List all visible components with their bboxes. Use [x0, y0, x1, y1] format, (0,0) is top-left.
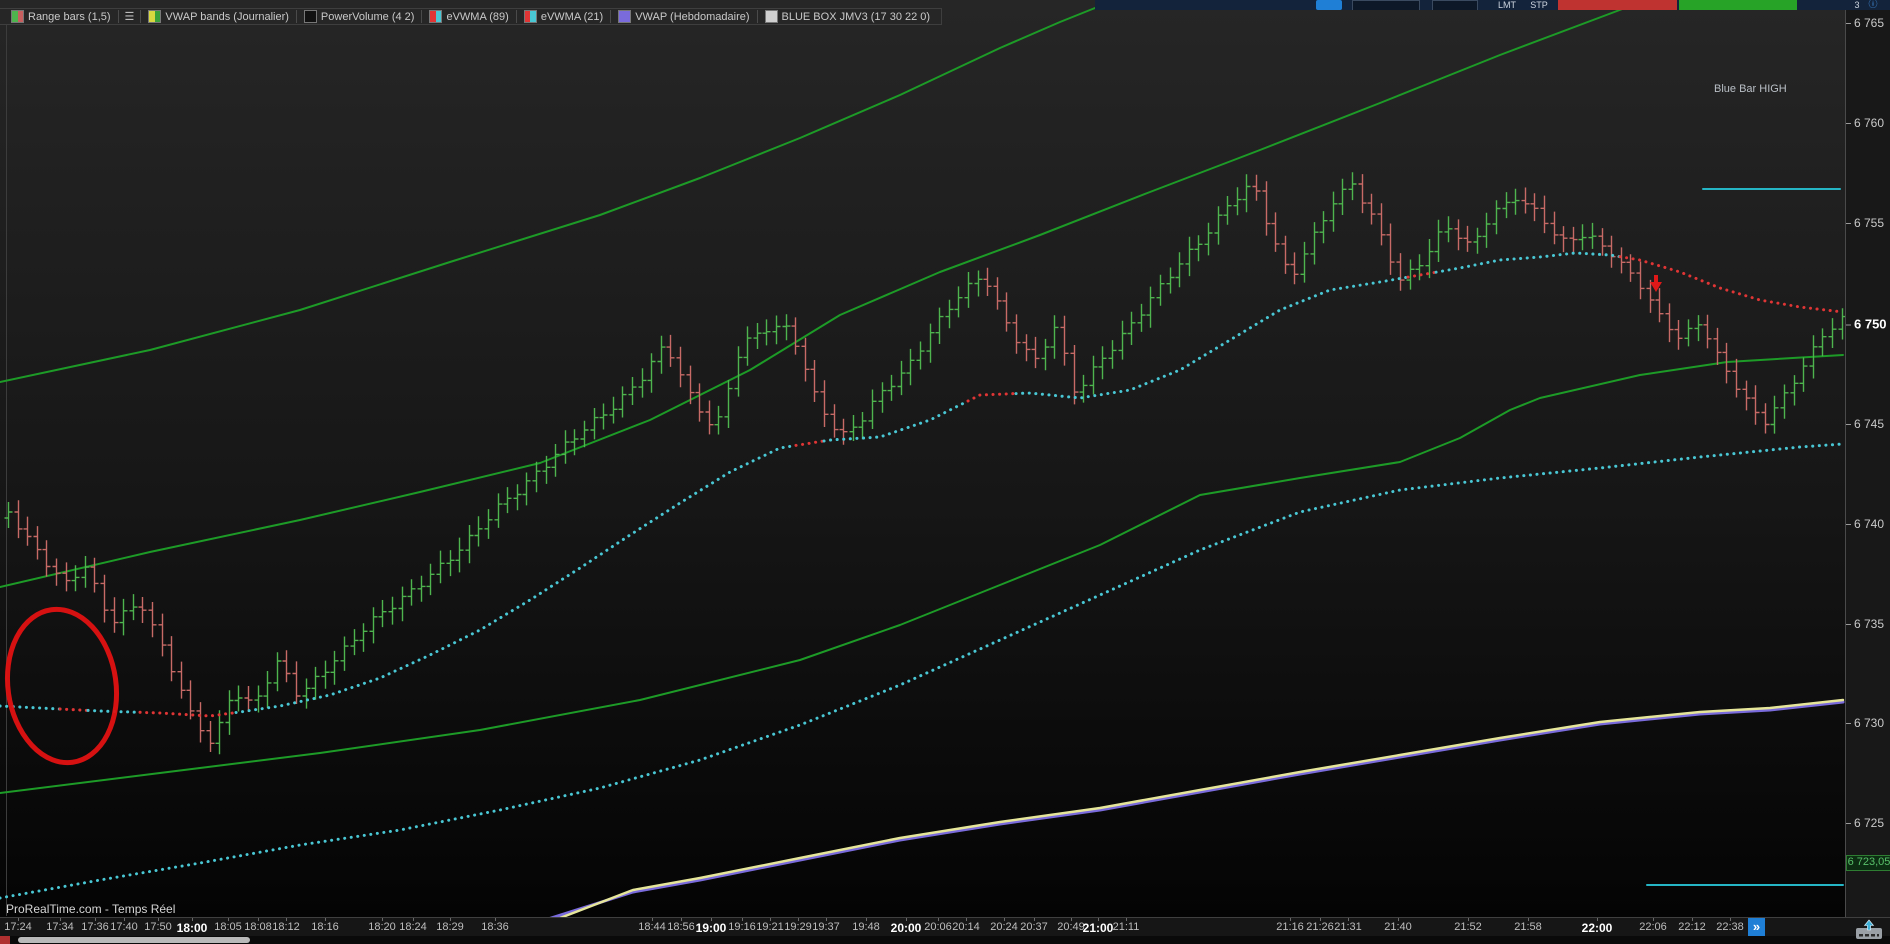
indicator-chip[interactable]: Range bars (1,5)	[4, 10, 119, 23]
time-tick-label: 21:16	[1276, 921, 1304, 933]
price-chart	[0, 0, 1845, 917]
time-tick-label: 21:11	[1112, 921, 1140, 933]
price-tick-label: 6 755	[1846, 216, 1890, 230]
price-axis[interactable]: 6 723,05 6 765 6 760 6 755 6 750 6 745 6 740 6…	[1845, 0, 1890, 936]
indicator-chip-label: eVWMA (21)	[540, 10, 604, 23]
sell-button[interactable]	[1558, 0, 1677, 10]
scrollbar-thumb[interactable]	[18, 937, 250, 943]
time-tick-label: 20:14	[952, 921, 980, 933]
indicator-chip[interactable]: eVWMA (89)	[422, 10, 517, 23]
time-tick-label: 22:00	[1581, 921, 1613, 935]
time-tick-label: 21:52	[1454, 921, 1482, 933]
time-tick-label: 22:06	[1639, 921, 1667, 933]
time-tick-label: 19:37	[812, 921, 840, 933]
indicator-chip[interactable]: VWAP bands (Journalier)	[141, 10, 297, 23]
time-tick-label: 20:24	[990, 921, 1018, 933]
indicator-chip-label: VWAP (Hebdomadaire)	[635, 10, 750, 23]
indicator-chip-label: PowerVolume (4 2)	[320, 10, 415, 23]
order-settings-button[interactable]	[1316, 0, 1342, 10]
time-tick-label: 19:00	[695, 921, 727, 935]
time-tick-label: 18:36	[481, 921, 509, 933]
time-tick-label: 21:40	[1384, 921, 1412, 933]
price-tick-label: 6 745	[1846, 417, 1890, 431]
blue-bar-high-label: Blue Bar HIGH	[1714, 83, 1787, 95]
time-tick-label: 17:50	[144, 921, 172, 933]
time-tick-label: 17:34	[46, 921, 74, 933]
time-tick-label: 19:29	[784, 921, 812, 933]
time-tick-label: 18:20	[368, 921, 396, 933]
indicator-price-badge: 6 723,05	[1846, 855, 1890, 871]
indicator-chip[interactable]: VWAP (Hebdomadaire)	[611, 10, 758, 23]
time-tick-label: 22:12	[1678, 921, 1706, 933]
indicator-chip-label: BLUE BOX JMV3 (17 30 22 0)	[781, 10, 931, 23]
horizontal-scrollbar[interactable]	[0, 936, 1890, 944]
range-bars-icon	[11, 10, 24, 23]
time-tick-label: 20:49	[1057, 921, 1085, 933]
scrollbar-corner-marker	[0, 936, 10, 944]
checkbox-empty-icon	[303, 10, 317, 23]
time-tick-label: 18:08	[244, 921, 272, 933]
price-tick-label: 6 750	[1846, 317, 1890, 332]
time-tick-label: 17:36	[81, 921, 109, 933]
scroll-forward-button[interactable]: »	[1748, 918, 1765, 937]
time-tick-label: 19:16	[728, 921, 756, 933]
platform-watermark: ProRealTime.com - Temps Réel	[6, 902, 176, 916]
indicator-chip[interactable]: BLUE BOX JMV3 (17 30 22 0)	[758, 10, 938, 23]
time-tick-label: 18:12	[272, 921, 300, 933]
evwma-icon	[523, 10, 537, 23]
buy-button[interactable]	[1679, 0, 1797, 10]
info-icon[interactable]: ⓘ	[1867, 0, 1879, 10]
time-tick-label: 18:44	[638, 921, 666, 933]
indicator-chip-label: Range bars (1,5)	[28, 10, 111, 23]
time-axis[interactable]: » 17:24 17:34 17:36 17:40 17:50 18:00 18:05 18:…	[0, 917, 1890, 937]
time-tick-label: 19:48	[852, 921, 880, 933]
time-tick-label: 18:29	[436, 921, 464, 933]
evwma-icon	[429, 10, 443, 23]
stp-toggle[interactable]: STP	[1525, 0, 1553, 10]
time-tick-label: 17:24	[4, 921, 32, 933]
vwap-weekly-icon	[618, 10, 632, 23]
order-bar-sliver: LMT STP 3 ⓘ	[1095, 0, 1890, 10]
trading-chart-window: Range bars (1,5) ☰ VWAP bands (Journalier)…	[0, 0, 1890, 944]
chart-background	[0, 0, 1845, 917]
quantity-field[interactable]	[1352, 0, 1420, 10]
time-tick-label: 17:40	[110, 921, 138, 933]
indicator-chip[interactable]: eVWMA (21)	[517, 10, 612, 23]
time-tick-label: 18:24	[399, 921, 427, 933]
indicator-chip-label: VWAP bands (Journalier)	[165, 10, 289, 23]
time-tick-label: 22:38	[1716, 921, 1744, 933]
time-tick-label: 19:21	[756, 921, 784, 933]
price-tick-label: 6 725	[1846, 816, 1890, 830]
price-tick-label: 6 760	[1846, 116, 1890, 130]
price-tick-label: 6 765	[1846, 16, 1890, 30]
vwap-bands-icon	[148, 10, 162, 23]
position-counter: 3	[1854, 0, 1860, 10]
blue-box-icon	[764, 10, 778, 23]
lmt-toggle[interactable]: LMT	[1493, 0, 1521, 10]
time-tick-label: 21:00	[1082, 921, 1114, 935]
time-tick-label: 20:06	[924, 921, 952, 933]
indicator-chip-label: eVWMA (89)	[446, 10, 509, 23]
time-tick-label: 20:00	[890, 921, 922, 935]
time-tick-label: 20:37	[1020, 921, 1048, 933]
time-tick-label: 21:31	[1334, 921, 1362, 933]
price-tick-label: 6 735	[1846, 617, 1890, 631]
indicator-chip[interactable]: PowerVolume (4 2)	[297, 10, 423, 23]
indicator-list-icon[interactable]: ☰	[119, 10, 142, 23]
indicator-toolbar: Range bars (1,5) ☰ VWAP bands (Journalier)…	[0, 8, 943, 25]
keyboard-shortcut-icon[interactable]	[1852, 919, 1886, 941]
time-tick-label: 18:16	[311, 921, 339, 933]
time-tick-label: 21:26	[1306, 921, 1334, 933]
time-tick-label: 18:00	[176, 921, 208, 935]
time-tick-label: 18:05	[214, 921, 242, 933]
price-tick-label: 6 730	[1846, 716, 1890, 730]
time-tick-label: 18:56	[667, 921, 695, 933]
stop-field[interactable]	[1432, 0, 1478, 10]
time-tick-label: 21:58	[1514, 921, 1542, 933]
price-tick-label: 6 740	[1846, 517, 1890, 531]
